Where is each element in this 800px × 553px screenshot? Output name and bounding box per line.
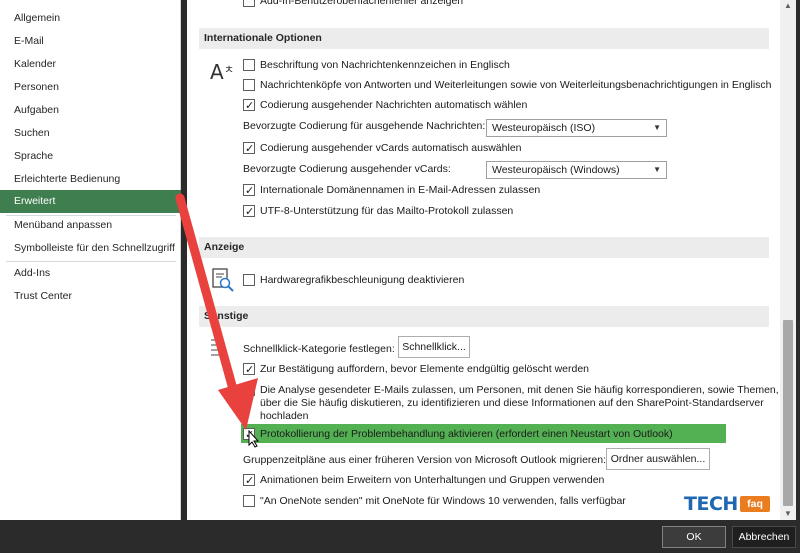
logo-text: TECH bbox=[684, 493, 738, 515]
logo-badge: faq bbox=[740, 496, 770, 512]
scrollbar-thumb[interactable] bbox=[783, 320, 793, 506]
chevron-down-icon: ▼ bbox=[653, 165, 661, 174]
language-icon: A ㅊ bbox=[210, 60, 234, 84]
section-header-sonstige: Sonstige bbox=[199, 306, 769, 327]
sidebar-item-trust-center[interactable]: Trust Center bbox=[0, 285, 181, 308]
checkbox-checked[interactable] bbox=[243, 140, 255, 158]
svg-text:ㅊ: ㅊ bbox=[224, 63, 234, 76]
sidebar-item-add-ins[interactable]: Add-Ins bbox=[0, 262, 181, 285]
section-header-international: Internationale Optionen bbox=[199, 28, 769, 49]
quick-click-button[interactable]: Schnellklick... bbox=[398, 336, 470, 358]
checkbox[interactable] bbox=[243, 0, 255, 7]
sidebar-item-email[interactable]: E-Mail bbox=[0, 30, 181, 53]
advanced-options-panel: Add-In-Benutzeroberflächenfehler anzeige… bbox=[187, 0, 780, 520]
vertical-scrollbar[interactable]: ▲ ▼ bbox=[780, 0, 796, 520]
vcard-encoding-label: Bevorzugte Codierung ausgehender vCards: bbox=[243, 163, 451, 175]
svg-text:A: A bbox=[210, 60, 224, 84]
outgoing-encoding-label: Bevorzugte Codierung für ausgehende Nach… bbox=[243, 120, 486, 132]
annotation-arrow-icon bbox=[175, 193, 258, 430]
cancel-button[interactable]: Abbrechen bbox=[732, 526, 796, 548]
sidebar-item-kalender[interactable]: Kalender bbox=[0, 53, 181, 76]
sidebar-item-erweitert[interactable]: Erweitert bbox=[0, 190, 181, 213]
checkbox[interactable] bbox=[243, 495, 255, 507]
sidebar-item-erleichterte-bedienung[interactable]: Erleichterte Bedienung bbox=[0, 168, 181, 191]
checkbox-checked[interactable] bbox=[243, 97, 255, 115]
sidebar-item-personen[interactable]: Personen bbox=[0, 76, 181, 99]
sidebar-item-aufgaben[interactable]: Aufgaben bbox=[0, 99, 181, 122]
scroll-up-icon[interactable]: ▲ bbox=[784, 2, 792, 10]
migrate-schedules-label: Gruppenzeitpläne aus einer früheren Vers… bbox=[243, 454, 607, 466]
sidebar-item-schnellzugriff[interactable]: Symbolleiste für den Schnellzugriff bbox=[0, 237, 181, 260]
scroll-down-icon[interactable]: ▼ bbox=[784, 510, 792, 518]
vcard-encoding-select[interactable]: Westeuropäisch (Windows) ▼ bbox=[486, 161, 667, 179]
sidebar-item-suchen[interactable]: Suchen bbox=[0, 122, 181, 145]
options-sidebar: Allgemein E-Mail Kalender Personen Aufga… bbox=[0, 0, 181, 520]
outgoing-encoding-select[interactable]: Westeuropäisch (ISO) ▼ bbox=[486, 119, 667, 137]
checkbox-checked[interactable] bbox=[243, 472, 255, 490]
section-header-anzeige: Anzeige bbox=[199, 237, 769, 258]
select-value: Westeuropäisch (ISO) bbox=[492, 122, 596, 134]
sidebar-item-allgemein[interactable]: Allgemein bbox=[0, 7, 181, 30]
techfaq-logo: TECH faq bbox=[684, 493, 780, 519]
sidebar-item-menueband-anpassen[interactable]: Menüband anpassen bbox=[0, 214, 181, 237]
sidebar-item-sprache[interactable]: Sprache bbox=[0, 145, 181, 168]
dialog-footer: OK Abbrechen bbox=[0, 520, 800, 553]
checkbox[interactable] bbox=[243, 59, 255, 71]
chevron-down-icon: ▼ bbox=[653, 123, 661, 132]
mouse-cursor-icon bbox=[248, 430, 260, 448]
checkbox[interactable] bbox=[243, 79, 255, 91]
choose-folder-button[interactable]: Ordner auswählen... bbox=[606, 448, 710, 470]
ok-button[interactable]: OK bbox=[662, 526, 726, 548]
select-value: Westeuropäisch (Windows) bbox=[492, 164, 620, 176]
